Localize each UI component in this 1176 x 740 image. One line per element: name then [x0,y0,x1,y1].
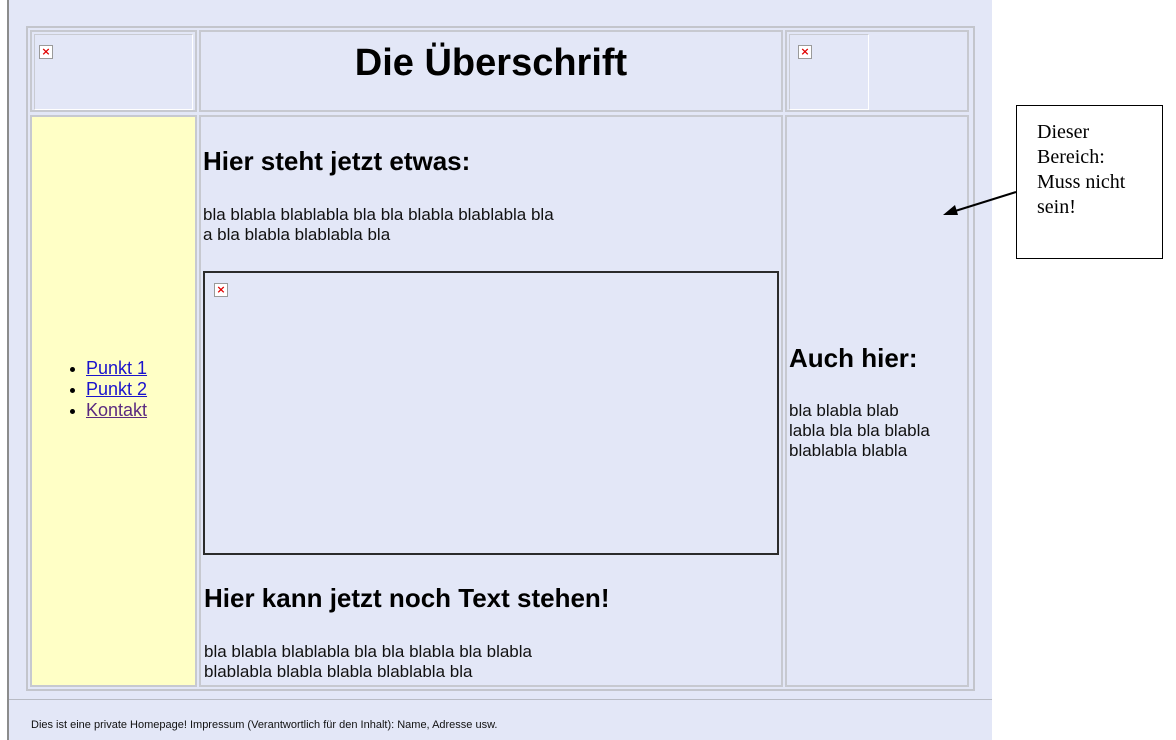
content-heading-1: Hier steht jetzt etwas: [203,146,471,176]
callout-line: Dieser [1037,121,1090,143]
footer-text: Dies ist eine private Homepage! Impressu… [31,719,498,731]
nav-link-punkt-1[interactable]: Punkt 1 [86,358,147,378]
broken-image-icon: × [214,283,228,297]
header-title-cell: Die Überschrift [199,30,783,112]
broken-image-icon: × [798,45,812,59]
broken-image-icon: × [39,45,53,59]
nav-item-kontakt: Kontakt [69,400,147,421]
page-title: Die Überschrift [354,42,628,84]
header-left-cell: × [30,30,197,112]
header-right-cell: × [785,30,969,112]
layout-table: × Die Überschrift × Punkt 1 Punkt 2 Kont… [26,26,975,691]
annotation-callout-box: Dieser Bereich: Muss nicht sein! [1016,105,1163,259]
page-canvas: × Die Überschrift × Punkt 1 Punkt 2 Kont… [9,0,992,740]
nav-link-punkt-2[interactable]: Punkt 2 [86,379,147,399]
header-left-image-frame [34,34,193,110]
nav-item-punkt-2: Punkt 2 [69,379,147,400]
callout-arrow-icon [943,191,1017,215]
nav-item-punkt-1: Punkt 1 [69,358,147,379]
content-paragraph-1: bla blabla blablabla bla bla blabla blab… [203,205,554,244]
main-content-cell: Hier steht jetzt etwas: bla blabla blabl… [199,115,783,687]
sidebar-heading: Auch hier: [789,343,918,373]
nav-link-kontakt[interactable]: Kontakt [86,400,147,420]
footer-divider [9,699,992,700]
callout-line: sein! [1037,196,1076,218]
content-image-placeholder: × [203,271,779,555]
nav-list: Punkt 1 Punkt 2 Kontakt [69,358,147,421]
callout-line: Bereich: [1037,146,1105,168]
content-paragraph-2: bla blabla blablabla bla bla blabla bla … [204,642,532,681]
navigation-cell: Punkt 1 Punkt 2 Kontakt [30,115,197,687]
content-heading-2: Hier kann jetzt noch Text stehen! [204,583,610,613]
callout-line: Muss nicht [1037,171,1126,193]
sidebar-paragraph: bla blabla blab labla bla bla blabla bla… [789,401,930,460]
